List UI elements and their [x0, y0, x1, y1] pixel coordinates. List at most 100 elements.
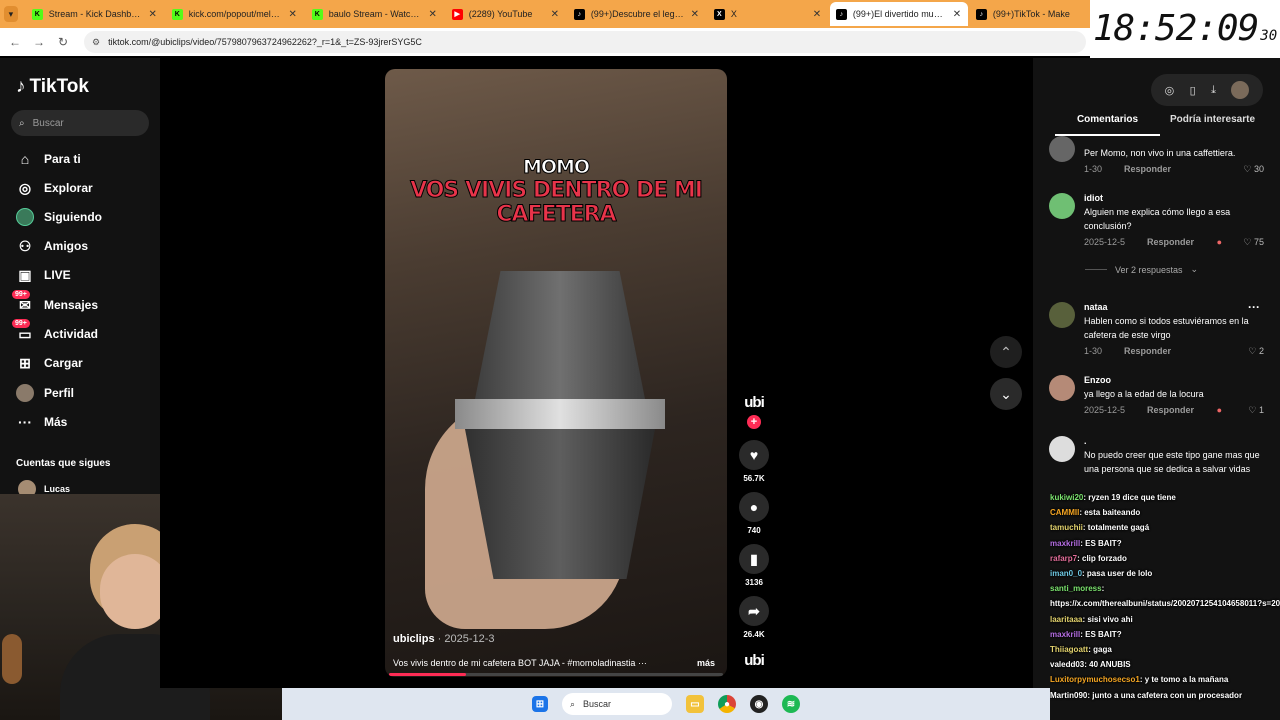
- nav-mas[interactable]: ··· Más: [16, 412, 67, 432]
- browser-tab[interactable]: K Stream - Kick Dashboard ✕: [26, 2, 164, 26]
- url-input[interactable]: ⚙ tiktok.com/@ubiclips/video/75798079637…: [84, 31, 1086, 53]
- search-input[interactable]: ⌕ Buscar: [11, 110, 149, 136]
- kick-icon: K: [171, 8, 183, 20]
- forward-icon[interactable]: →: [32, 35, 46, 49]
- comment-author[interactable]: idiot: [1084, 193, 1264, 205]
- nav-label: LIVE: [44, 268, 71, 282]
- chat-message: iman0_0: pasa user de lolo: [1050, 566, 1280, 581]
- chat-text: : 40 ANUBIS: [1084, 660, 1131, 670]
- browser-tab[interactable]: Kbaulo Stream - Watch Live ✕: [306, 2, 444, 26]
- more-button[interactable]: más: [697, 658, 715, 668]
- nav-amigos[interactable]: ⚇ Amigos: [16, 236, 88, 256]
- comment-author[interactable]: nataa: [1084, 302, 1264, 314]
- comment-likes: 75: [1253, 236, 1264, 247]
- comment-more-icon[interactable]: ···: [1248, 300, 1260, 314]
- notification-badge: 99+: [12, 319, 30, 328]
- home-icon: ⌂: [20, 151, 30, 167]
- browser-tab[interactable]: ▶ (2289) YouTube ✕: [446, 2, 566, 26]
- share-button[interactable]: ➦ 26.4K: [738, 596, 770, 639]
- nav-cargar[interactable]: ⊞ Cargar: [16, 353, 83, 373]
- nav-label: Actividad: [44, 327, 99, 341]
- video-progress-bar[interactable]: [389, 673, 723, 676]
- browser-tab[interactable]: ♪ (99+)Descubre el legado ✕: [568, 2, 706, 26]
- creator-avatar-button[interactable]: ubi +: [738, 394, 770, 429]
- sound-disc-button[interactable]: ubi: [738, 652, 770, 669]
- comment-like-button[interactable]: ♡ 2: [1248, 346, 1264, 357]
- nav-perfil[interactable]: Perfil: [16, 383, 74, 403]
- reply-button[interactable]: Responder: [1147, 237, 1194, 247]
- close-tab-icon[interactable]: ✕: [428, 9, 438, 20]
- close-tab-icon[interactable]: ✕: [550, 9, 560, 20]
- nav-live[interactable]: ▣ LIVE: [16, 265, 71, 285]
- device-icon[interactable]: ▯: [1190, 84, 1196, 97]
- obs-icon[interactable]: ◉: [750, 695, 768, 713]
- next-video-button[interactable]: ⌄: [990, 378, 1022, 410]
- comment-text: Per Momo, non vivo in una caffettiera.: [1084, 148, 1236, 158]
- nav-explorar[interactable]: ◎ Explorar: [16, 178, 93, 198]
- chevron-up-icon: ⌃: [1000, 343, 1012, 360]
- tiktok-note-icon: ♪: [16, 76, 26, 97]
- x-icon: X: [713, 8, 725, 20]
- file-explorer-icon[interactable]: ▭: [686, 695, 704, 713]
- logo-text: TikTok: [29, 76, 89, 97]
- comment-text: Hablen como si todos estuviéramos en la …: [1084, 316, 1249, 340]
- reply-button[interactable]: Responder: [1147, 405, 1194, 415]
- tiktok-logo[interactable]: ♪ TikTok: [16, 76, 89, 98]
- chat-text: : pasa user de lolo: [1082, 569, 1153, 579]
- chrome-icon[interactable]: ●: [718, 695, 736, 713]
- coin-icon[interactable]: ◎: [1165, 84, 1175, 97]
- browser-tab-active[interactable]: ♪ (99+)El divertido mundo ✕: [829, 2, 968, 26]
- tab-comentarios[interactable]: Comentarios: [1055, 114, 1160, 136]
- more-dots-icon: ···: [18, 414, 32, 430]
- chat-message: maxkrill: ES BAIT?: [1050, 536, 1280, 551]
- tab-title: kick.com/popout/meliana: [188, 9, 282, 19]
- avatar: [1049, 302, 1075, 328]
- site-info-icon[interactable]: ⚙: [92, 37, 100, 48]
- comment-button[interactable]: ● 740: [738, 492, 770, 535]
- save-button[interactable]: ▮ 3136: [738, 544, 770, 587]
- comment-author[interactable]: .: [1084, 436, 1264, 448]
- tab-podria-interesarte[interactable]: Podría interesarte: [1160, 114, 1265, 136]
- nav-siguiendo[interactable]: Siguiendo: [16, 207, 102, 227]
- comment-like-button[interactable]: ♡ 1: [1248, 405, 1264, 416]
- comment-like-button[interactable]: ♡ 75: [1243, 237, 1264, 248]
- close-tab-icon[interactable]: ✕: [952, 9, 962, 20]
- view-replies-button[interactable]: Ver 2 respuestas ⌄: [1085, 264, 1198, 275]
- spotify-icon[interactable]: ≋: [782, 695, 800, 713]
- browser-tab[interactable]: X X ✕: [708, 2, 828, 26]
- close-tab-icon[interactable]: ✕: [690, 9, 700, 20]
- nav-mensajes[interactable]: ✉ 99+ Mensajes: [12, 290, 98, 315]
- close-tab-icon[interactable]: ✕: [812, 9, 822, 20]
- comment-like-button[interactable]: ♡ 30: [1243, 164, 1264, 175]
- close-tab-icon[interactable]: ✕: [148, 9, 158, 20]
- tab-list-menu-icon[interactable]: ▾: [4, 6, 18, 22]
- reply-button[interactable]: Responder: [1124, 164, 1171, 174]
- search-icon: ⌕: [19, 117, 25, 129]
- chat-text: : esta baiteando: [1079, 508, 1141, 518]
- nav-para-ti[interactable]: ⌂ Para ti: [16, 149, 81, 169]
- browser-tab[interactable]: ♪ (99+)TikTok - Make: [970, 2, 1090, 26]
- video-player[interactable]: MOMO VOS VIVIS DENTRO DE MI CAFETERA ubi…: [385, 69, 727, 677]
- windows-start-icon[interactable]: ⊞: [532, 696, 548, 712]
- friends-icon: ⚇: [18, 237, 32, 254]
- like-button[interactable]: ♥ 56.7K: [738, 440, 770, 483]
- reload-icon[interactable]: ↻: [56, 35, 70, 49]
- download-icon[interactable]: ⤓: [1211, 84, 1216, 97]
- avatar[interactable]: [1231, 81, 1250, 99]
- previous-video-button[interactable]: ⌃: [990, 336, 1022, 368]
- caption-line: VOS VIVIS DENTRO DE MI: [410, 178, 704, 203]
- back-icon[interactable]: ←: [8, 35, 22, 49]
- reply-button[interactable]: Responder: [1124, 346, 1171, 356]
- panel-tabs: Comentarios Podría interesarte: [1055, 114, 1265, 136]
- follow-plus-icon[interactable]: +: [747, 415, 761, 429]
- clock-time: 18:52:09: [1092, 8, 1259, 49]
- chat-message: https://x.com/therealbuni/status/2002071…: [1050, 596, 1280, 611]
- nav-actividad[interactable]: ▭ 99+ Actividad: [12, 319, 99, 344]
- taskbar-search[interactable]: ⌕ Buscar: [562, 693, 672, 715]
- browser-tab[interactable]: Kkick.com/popout/meliana ✕: [166, 2, 304, 26]
- comment-author[interactable]: Enzoo: [1084, 375, 1264, 387]
- close-tab-icon[interactable]: ✕: [288, 9, 298, 20]
- search-icon: ⌕: [570, 698, 576, 709]
- video-author[interactable]: ubiclips · 2025-12-3: [393, 633, 495, 645]
- nav-label: Para ti: [44, 152, 81, 166]
